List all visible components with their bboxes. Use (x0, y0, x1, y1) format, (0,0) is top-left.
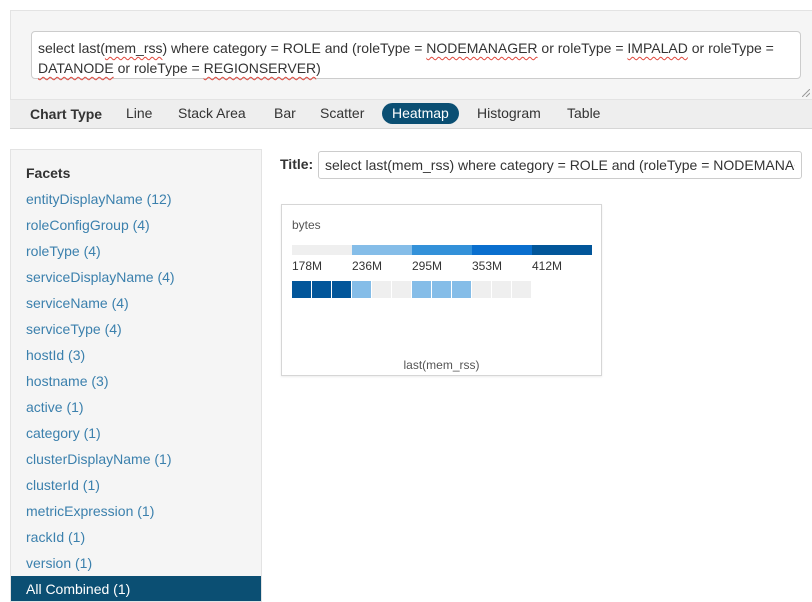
misspelled-word: NODEMANAGER (426, 40, 538, 56)
query-text: or roleType = (113, 60, 204, 76)
facet-item[interactable]: roleType (4) (26, 243, 101, 259)
tab-bar[interactable]: Bar (264, 103, 306, 124)
heatmap-cell[interactable] (392, 281, 411, 298)
legend-swatch (472, 245, 532, 255)
heatmap-cell[interactable] (512, 281, 531, 298)
facets-panel: Facets entityDisplayName (12) roleConfig… (10, 149, 262, 602)
chart-type-bar: Chart Type Line Stack Area Bar Scatter H… (10, 100, 812, 129)
tab-stack-area[interactable]: Stack Area (168, 103, 256, 124)
facet-item[interactable]: metricExpression (1) (26, 503, 154, 519)
misspelled-word: IMPALAD (627, 40, 688, 56)
facet-item[interactable]: rackId (1) (26, 529, 85, 545)
unit-label: bytes (292, 218, 321, 232)
heatmap-cell[interactable] (412, 281, 431, 298)
heatmap-cell[interactable] (372, 281, 391, 298)
resize-handle-icon[interactable] (802, 89, 810, 97)
heatmap-cell[interactable] (312, 281, 331, 298)
tab-scatter[interactable]: Scatter (310, 103, 374, 124)
facet-item[interactable]: roleConfigGroup (4) (26, 217, 150, 233)
query-text: ) (316, 60, 321, 76)
facet-item[interactable]: hostname (3) (26, 373, 108, 389)
misspelled-word: DATANODE (38, 60, 114, 76)
legend-swatch (352, 245, 412, 255)
heatmap-cell[interactable] (332, 281, 351, 298)
query-text: or roleType = (537, 40, 628, 56)
facets-title: Facets (26, 165, 71, 181)
title-label: Title: (280, 156, 314, 172)
facet-item[interactable]: entityDisplayName (12) (26, 191, 172, 207)
query-text: select last( (38, 40, 105, 56)
legend-tick-label: 295M (412, 259, 443, 273)
legend-swatch (532, 245, 592, 255)
legend-tick-label: 236M (352, 259, 383, 273)
tab-line[interactable]: Line (116, 103, 162, 124)
legend-tick-label: 353M (472, 259, 503, 273)
facet-item[interactable]: category (1) (26, 425, 101, 441)
legend-tick-label: 412M (532, 259, 563, 273)
heatmap-cell[interactable] (352, 281, 371, 298)
legend-swatch (292, 245, 352, 255)
query-panel: select last(mem_rss) where category = RO… (10, 10, 812, 100)
chart-type-label: Chart Type (30, 106, 103, 122)
facet-item[interactable]: clusterDisplayName (1) (26, 451, 171, 467)
facet-item[interactable]: serviceDisplayName (4) (26, 269, 175, 285)
heatmap-cell[interactable] (432, 281, 451, 298)
heatmap-cell[interactable] (452, 281, 471, 298)
chart-title-input[interactable] (318, 151, 802, 179)
tab-heatmap[interactable]: Heatmap (382, 103, 459, 124)
facet-item[interactable]: serviceName (4) (26, 295, 129, 311)
heatmap-cell[interactable] (472, 281, 491, 298)
facet-item[interactable]: serviceType (4) (26, 321, 122, 337)
x-axis-label: last(mem_rss) (403, 358, 480, 372)
legend-tick-label: 178M (292, 259, 323, 273)
heatmap-cell[interactable] (492, 281, 511, 298)
heatmap-chart: bytes last(mem_rss) 178M 236M 295M 353M 412M (281, 204, 602, 376)
heatmap-cell[interactable] (292, 281, 311, 298)
facet-item-selected[interactable]: All Combined (1) (11, 576, 261, 601)
legend-swatch (412, 245, 472, 255)
facet-item[interactable]: version (1) (26, 555, 92, 571)
facet-item[interactable]: clusterId (1) (26, 477, 100, 493)
facet-item[interactable]: hostId (3) (26, 347, 85, 363)
query-text: or roleType = (687, 40, 774, 56)
query-text: ) where category = ROLE and (roleType = (162, 40, 427, 56)
misspelled-word: mem_rss (104, 40, 163, 56)
misspelled-word: REGIONSERVER (203, 60, 317, 76)
tab-histogram[interactable]: Histogram (467, 103, 551, 124)
tab-table[interactable]: Table (557, 103, 610, 124)
query-input[interactable]: select last(mem_rss) where category = RO… (31, 31, 801, 79)
facet-item[interactable]: active (1) (26, 399, 84, 415)
